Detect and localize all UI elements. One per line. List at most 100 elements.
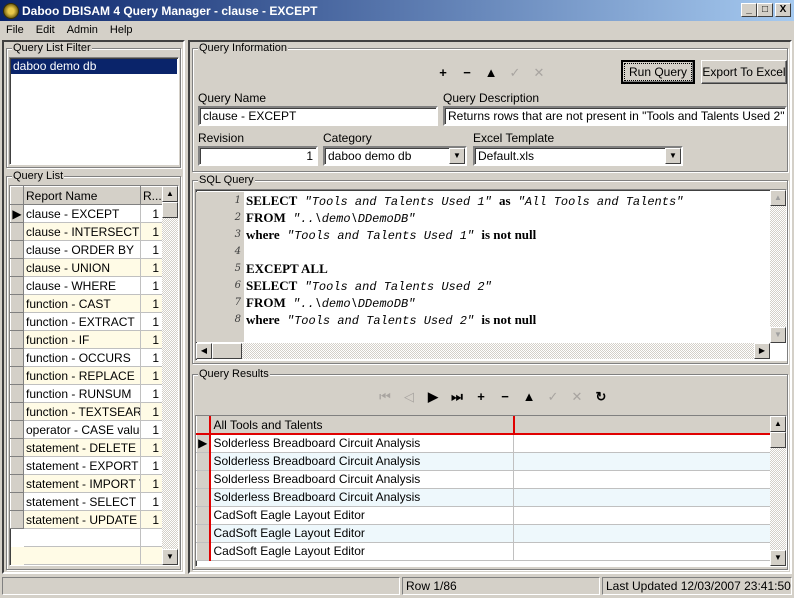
column-header-revision[interactable]: R... (140, 186, 163, 205)
minimize-button[interactable]: _ (741, 3, 757, 17)
query-list-row[interactable]: ▶ clause - EXCEPT 1 (10, 204, 163, 223)
query-name-input[interactable]: clause - EXCEPT (198, 106, 438, 126)
up-triangle-icon[interactable]: ▲ (483, 65, 499, 80)
sql-horizontal-scrollbar[interactable]: ◀ ▶ (196, 343, 770, 359)
row-indicator[interactable] (10, 510, 24, 529)
menu-file[interactable]: File (0, 24, 30, 36)
scroll-down-button[interactable]: ▼ (162, 549, 178, 565)
row-indicator[interactable] (10, 258, 24, 277)
results-scrollbar[interactable]: ▲ ▼ (770, 416, 786, 566)
query-list-filter-listbox[interactable]: daboo demo db (9, 57, 179, 165)
column-header-report-name[interactable]: Report Name (23, 186, 141, 205)
scroll-up-button[interactable]: ▲ (770, 416, 786, 432)
query-list-row[interactable]: function - IF 1 (10, 330, 163, 349)
close-button[interactable]: X (775, 3, 791, 17)
row-indicator[interactable] (10, 222, 24, 241)
plus-icon[interactable]: + (435, 65, 451, 80)
query-list-row[interactable]: function - TEXTSEARCI1 (10, 402, 163, 421)
query-list-row[interactable]: operator - CASE value 1 (10, 420, 163, 439)
row-indicator[interactable] (10, 420, 24, 439)
row-indicator[interactable] (10, 438, 24, 457)
query-list-grid[interactable]: Report Name R... ▶ clause - EXCEPT 1 clause… (9, 185, 179, 566)
row-indicator[interactable] (196, 524, 211, 543)
result-row[interactable]: CadSoft Eagle Layout Editor (196, 506, 771, 525)
export-to-excel-button[interactable]: Export To Excel (701, 60, 787, 84)
row-indicator[interactable] (196, 488, 211, 507)
result-row[interactable]: ▶ Solderless Breadboard Circuit Analysis (196, 434, 771, 453)
query-list-row[interactable]: statement - SELECT 1 (10, 492, 163, 511)
query-list-scrollbar[interactable]: ▲ ▼ (162, 186, 178, 565)
row-indicator[interactable] (10, 276, 24, 295)
scroll-left-button[interactable]: ◀ (196, 343, 212, 359)
result-row[interactable]: CadSoft Eagle Layout Editor (196, 542, 771, 561)
up-triangle-icon[interactable]: ▲ (521, 389, 537, 404)
query-list-row[interactable]: function - REPLACE 1 (10, 366, 163, 385)
sql-vertical-scrollbar[interactable]: ▲ ▼ (770, 190, 786, 343)
query-list-row[interactable]: statement - UPDATE 1 (10, 510, 163, 529)
row-indicator[interactable] (10, 456, 24, 475)
row-indicator[interactable] (11, 547, 24, 565)
query-list-row[interactable] (10, 546, 163, 565)
query-list-row[interactable] (10, 528, 163, 547)
row-indicator[interactable] (196, 542, 211, 561)
next-record-icon[interactable]: ▶ (425, 389, 441, 405)
refresh-icon[interactable]: ↻ (593, 389, 609, 405)
scroll-down-button[interactable]: ▼ (770, 550, 786, 566)
query-list-row[interactable]: clause - UNION 1 (10, 258, 163, 277)
query-list-row[interactable]: clause - INTERSECT 1 (10, 222, 163, 241)
results-grid[interactable]: All Tools and Talents ▶ Solderless Breadb… (195, 415, 787, 567)
minus-icon[interactable]: − (497, 389, 513, 404)
row-indicator[interactable] (10, 474, 24, 493)
current-row-indicator-icon[interactable]: ▶ (196, 434, 211, 453)
query-list-row[interactable]: statement - DELETE 1 (10, 438, 163, 457)
query-list-row[interactable]: function - OCCURS 1 (10, 348, 163, 367)
query-list-row[interactable]: clause - ORDER BY 1 (10, 240, 163, 259)
scroll-down-button[interactable]: ▼ (770, 327, 786, 343)
last-record-icon[interactable]: ⏭ (449, 389, 465, 405)
query-description-input[interactable]: Returns rows that are not present in "To… (443, 106, 787, 126)
sql-editor[interactable]: 1 2 3 4 5 6 7 8 SELECT "Tools and Talents Used … (195, 189, 787, 361)
row-indicator[interactable] (10, 348, 24, 367)
minus-icon[interactable]: − (459, 65, 475, 80)
row-indicator[interactable] (10, 312, 24, 331)
chevron-down-icon[interactable]: ▼ (449, 148, 465, 164)
query-list-row[interactable]: statement - IMPORT TA 1 (10, 474, 163, 493)
query-list-row[interactable]: function - CAST 1 (10, 294, 163, 313)
scroll-thumb[interactable] (162, 202, 178, 218)
scroll-up-button[interactable]: ▲ (162, 186, 178, 202)
row-indicator[interactable] (10, 294, 24, 313)
plus-icon[interactable]: + (473, 389, 489, 404)
row-indicator[interactable] (10, 366, 24, 385)
row-indicator[interactable] (196, 506, 211, 525)
chevron-down-icon[interactable]: ▼ (665, 148, 681, 164)
row-indicator[interactable] (196, 470, 211, 489)
scroll-thumb[interactable] (212, 343, 242, 359)
menu-edit[interactable]: Edit (30, 24, 61, 36)
row-indicator[interactable] (10, 330, 24, 349)
run-query-button[interactable]: Run Query (621, 60, 695, 84)
scroll-thumb[interactable] (770, 432, 786, 448)
column-header-empty[interactable] (513, 416, 771, 435)
current-row-indicator-icon[interactable]: ▶ (10, 204, 24, 223)
scroll-up-button[interactable]: ▲ (770, 190, 786, 206)
sql-code-area[interactable]: SELECT "Tools and Talents Used 1" as "Al… (246, 192, 766, 342)
row-indicator[interactable] (10, 384, 24, 403)
maximize-button[interactable]: □ (757, 3, 773, 17)
result-row[interactable]: Solderless Breadboard Circuit Analysis (196, 488, 771, 507)
column-header-all-tools-and-talents[interactable]: All Tools and Talents (209, 416, 515, 435)
excel-template-select[interactable]: Default.xls ▼ (473, 146, 683, 166)
menu-admin[interactable]: Admin (61, 24, 104, 36)
row-indicator[interactable] (10, 240, 24, 259)
row-indicator[interactable] (196, 452, 211, 471)
filter-item-daboo-demo-db[interactable]: daboo demo db (11, 59, 177, 74)
revision-input[interactable]: 1 (198, 146, 318, 166)
category-select[interactable]: daboo demo db ▼ (323, 146, 467, 166)
menu-help[interactable]: Help (104, 24, 139, 36)
result-row[interactable]: CadSoft Eagle Layout Editor (196, 524, 771, 543)
row-indicator[interactable] (10, 402, 24, 421)
result-row[interactable]: Solderless Breadboard Circuit Analysis (196, 452, 771, 471)
query-list-row[interactable]: clause - WHERE 1 (10, 276, 163, 295)
query-list-row[interactable]: statement - EXPORT TA1 (10, 456, 163, 475)
query-list-row[interactable]: function - EXTRACT 1 (10, 312, 163, 331)
row-indicator[interactable] (10, 492, 24, 511)
